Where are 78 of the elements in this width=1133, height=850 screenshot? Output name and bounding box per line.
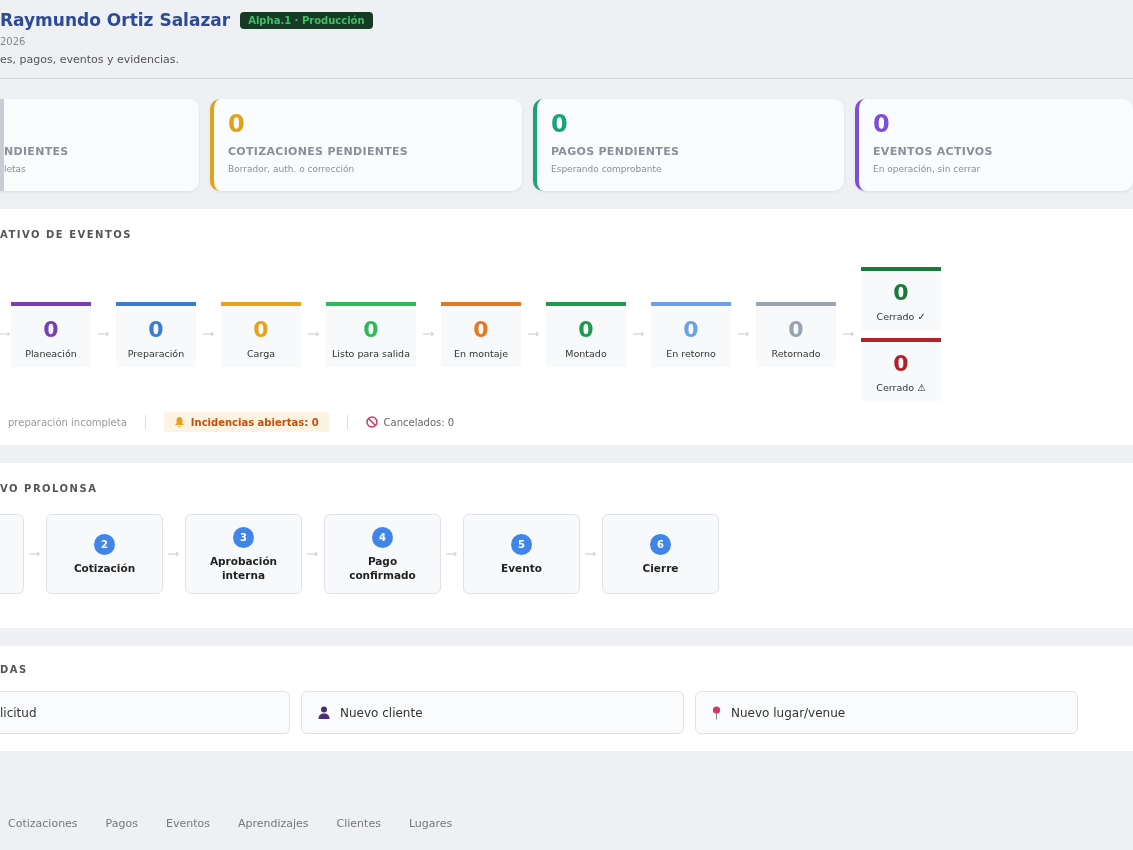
step-number: 5 xyxy=(511,533,532,555)
quick-action-button[interactable]: licitud xyxy=(0,691,290,734)
stage-count: 0 xyxy=(148,317,164,342)
stage-count: 0 xyxy=(683,317,699,342)
cancelled-count: Cancelados: 0 xyxy=(383,416,455,428)
arrow-icon xyxy=(632,331,645,337)
stat-label: NDIENTES xyxy=(4,145,70,158)
step-label: Pago confirmado xyxy=(348,553,417,582)
section-title: DAS xyxy=(0,664,29,675)
arrow-icon xyxy=(0,331,11,337)
stage-label: Carga xyxy=(246,347,275,359)
arrow-icon xyxy=(737,331,750,337)
stage-count: 0 xyxy=(43,317,59,342)
stat-note: En operación, sin cerrar xyxy=(873,164,982,174)
nav-tab[interactable]: Aprendizajes xyxy=(237,813,309,834)
stage-count: 0 xyxy=(788,317,804,342)
step-label: Cierre xyxy=(641,560,680,575)
stat-value: 0 xyxy=(228,110,245,138)
quick-action-button[interactable]: Nuevo lugar/venue xyxy=(695,691,1078,734)
arrow-icon xyxy=(29,551,41,557)
step-label: Evento xyxy=(500,560,543,575)
step-number: 6 xyxy=(650,533,671,555)
person-icon xyxy=(318,706,330,719)
stat-note: Borrador, auth. o corrección xyxy=(228,164,356,174)
date-text: 2026 xyxy=(0,36,27,47)
stage-label: Montado xyxy=(565,347,607,359)
step-number: 4 xyxy=(372,526,393,548)
arrow-icon xyxy=(527,331,540,337)
page-title: Raymundo Ortiz Salazar xyxy=(0,10,231,30)
stat-label: PAGOS PENDIENTES xyxy=(551,145,681,158)
arrow-icon xyxy=(307,331,320,337)
stage-count: 0 xyxy=(253,317,269,342)
nav-tab[interactable]: Lugares xyxy=(408,813,453,834)
status-text: preparación incompleta xyxy=(8,416,127,428)
stage-count: 0 xyxy=(893,281,909,305)
step-label: Aprobación interna xyxy=(208,553,279,582)
stage-label: Preparación xyxy=(127,347,185,359)
prohibited-icon xyxy=(365,416,378,428)
section-title: ATIVO DE EVENTOS xyxy=(0,229,133,240)
stat-label: EVENTOS ACTIVOS xyxy=(873,145,994,158)
subtitle-text: es, pagos, eventos y evidencias. xyxy=(0,53,181,66)
arrow-icon xyxy=(168,551,180,557)
stage-label: Retornado xyxy=(771,347,821,359)
bell-icon xyxy=(173,416,185,428)
stat-value: 0 xyxy=(551,110,568,138)
arrow-icon xyxy=(842,331,855,337)
arrow-icon xyxy=(585,551,597,557)
pin-icon xyxy=(712,705,721,720)
arrow-icon xyxy=(202,331,215,337)
arrow-icon xyxy=(307,551,319,557)
stage-label: Cerrado ⚠ xyxy=(876,382,926,393)
stat-label: COTIZACIONES PENDIENTES xyxy=(228,145,410,158)
stage-count: 0 xyxy=(363,317,379,342)
arrow-icon xyxy=(422,331,435,337)
nav-tab[interactable]: Eventos xyxy=(165,813,210,834)
stage-label: En retorno xyxy=(666,347,716,359)
stage-label: Cerrado ✓ xyxy=(876,311,926,322)
environment-badge: Alpha.1 · Producción xyxy=(240,11,373,29)
nav-tab[interactable]: Pagos xyxy=(105,813,138,834)
stat-note: letas xyxy=(4,164,27,174)
nav-tab[interactable]: Cotizaciones xyxy=(8,813,78,834)
stage-count: 0 xyxy=(893,352,909,376)
section-title: VO PROLONSA xyxy=(0,483,99,494)
stat-value: 0 xyxy=(873,110,890,138)
stage-label: Planeación xyxy=(25,347,77,359)
step-label: Cotización xyxy=(72,560,137,575)
quick-action-button[interactable]: Nuevo cliente xyxy=(301,691,684,734)
step-number: 2 xyxy=(94,533,115,555)
stage-count: 0 xyxy=(473,317,489,342)
step-number: 3 xyxy=(233,526,254,548)
nav-tab[interactable]: Clientes xyxy=(336,813,381,834)
stage-label: En montaje xyxy=(453,347,509,359)
incidents-badge: Incidencias abiertas: 0 xyxy=(163,412,329,432)
arrow-icon xyxy=(97,331,110,337)
stage-count: 0 xyxy=(578,317,594,342)
stat-note: Esperando comprobante xyxy=(551,164,663,174)
arrow-icon xyxy=(446,551,458,557)
stage-label: Listo para salida xyxy=(332,347,410,359)
